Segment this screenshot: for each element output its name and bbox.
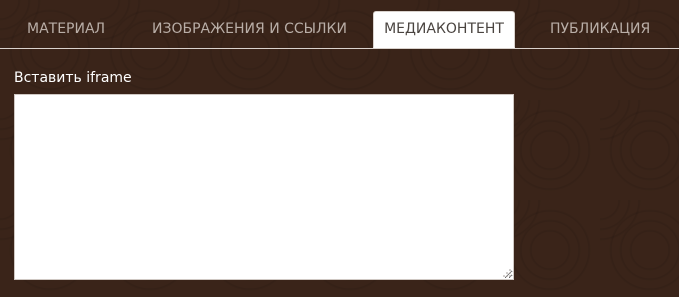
- tab-images-links[interactable]: ИЗОБРАЖЕНИЯ И ССЫЛКИ: [152, 11, 347, 47]
- tab-bar: МАТЕРИАЛ ИЗОБРАЖЕНИЯ И ССЫЛКИ МЕДИАКОНТЕ…: [0, 0, 679, 49]
- tab-publication[interactable]: ПУБЛИКАЦИЯ: [550, 11, 650, 47]
- iframe-label: Вставить iframe: [14, 70, 132, 86]
- iframe-field-wrapper: [14, 94, 514, 280]
- tab-media-content[interactable]: МЕДИАКОНТЕНТ: [373, 11, 515, 48]
- tab-material[interactable]: МАТЕРИАЛ: [27, 11, 105, 47]
- iframe-textarea[interactable]: [14, 94, 514, 280]
